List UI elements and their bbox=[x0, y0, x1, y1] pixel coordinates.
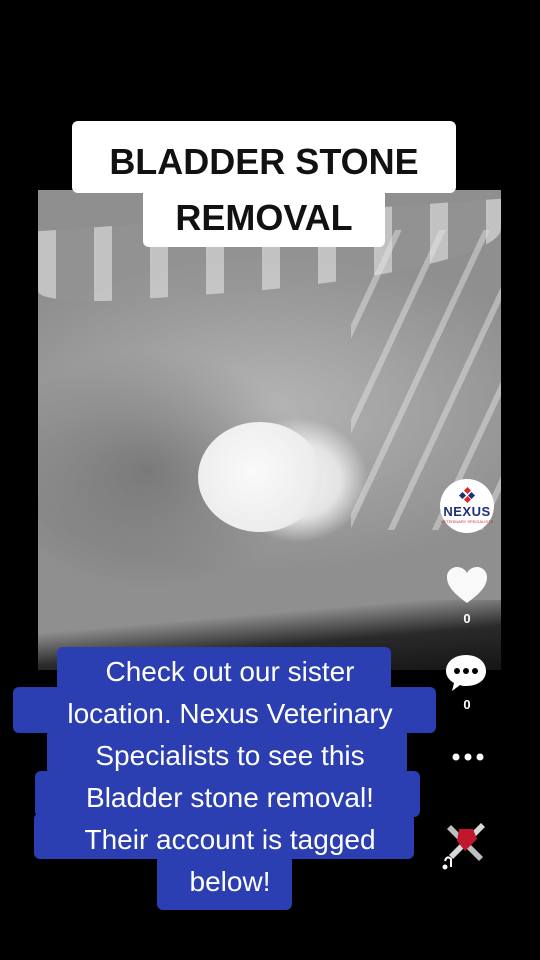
video-caption: Check out our sister location. Nexus Vet… bbox=[67, 656, 393, 897]
more-icon[interactable] bbox=[448, 747, 488, 767]
xray-image bbox=[38, 190, 501, 670]
comment-icon[interactable] bbox=[444, 653, 488, 693]
bladder-stone bbox=[198, 422, 322, 532]
profile-avatar[interactable]: NEXUS VETERINARY SPECIALISTS bbox=[440, 479, 494, 533]
like-count: 0 bbox=[463, 611, 471, 626]
heart-icon[interactable] bbox=[445, 565, 489, 605]
video-title: BLADDER STONE REMOVAL bbox=[109, 141, 419, 238]
profile-name: NEXUS bbox=[443, 504, 491, 519]
music-disc-icon[interactable] bbox=[439, 815, 493, 871]
comment-count: 0 bbox=[463, 697, 471, 712]
profile-tagline: VETERINARY SPECIALISTS bbox=[440, 519, 494, 524]
nexus-logo-icon bbox=[458, 486, 476, 504]
